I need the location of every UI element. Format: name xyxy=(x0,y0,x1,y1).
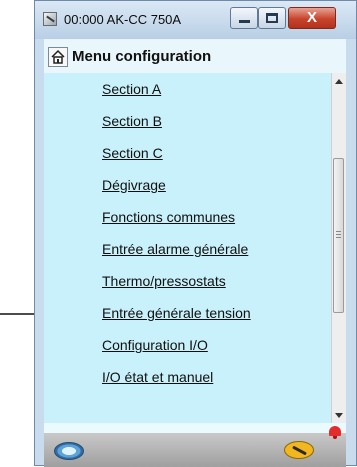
menu-item-section-c[interactable]: Section C xyxy=(102,145,163,161)
page-title: Menu configuration xyxy=(72,48,212,65)
home-button[interactable] xyxy=(48,47,68,67)
scroll-up-arrow-icon[interactable] xyxy=(335,79,343,84)
menu-item-degivrage[interactable]: Dégivrage xyxy=(102,177,166,193)
alarm-bell-icon[interactable] xyxy=(329,426,341,439)
menu-item-fonctions-communes[interactable]: Fonctions communes xyxy=(102,209,235,225)
maximize-button[interactable] xyxy=(258,7,286,29)
scroll-grip-icon xyxy=(336,231,341,238)
wrench-icon[interactable] xyxy=(284,441,314,459)
menu-item-configuration-io[interactable]: Configuration I/O xyxy=(102,337,208,353)
footer-band xyxy=(44,433,346,467)
scroll-down-arrow-icon[interactable] xyxy=(335,413,343,418)
home-icon xyxy=(51,49,65,64)
application-window: 00:000 AK-CC 750A X Menu configuration S… xyxy=(34,0,357,467)
device-icon[interactable] xyxy=(54,442,84,460)
minimize-button[interactable] xyxy=(230,7,258,29)
scroll-thumb[interactable] xyxy=(333,158,344,313)
vertical-scrollbar[interactable] xyxy=(331,73,346,423)
menu-item-section-b[interactable]: Section B xyxy=(102,113,162,129)
title-bar: 00:000 AK-CC 750A X xyxy=(35,1,356,39)
menu-item-entree-generale-tension[interactable]: Entrée générale tension xyxy=(102,305,251,321)
close-icon: X xyxy=(306,9,317,26)
menu-list: Section A Section B Section C Dégivrage … xyxy=(44,73,346,423)
window-title: 00:000 AK-CC 750A xyxy=(64,12,182,27)
menu-item-io-etat-manuel[interactable]: I/O état et manuel xyxy=(102,369,213,385)
status-footer xyxy=(44,423,346,467)
menu-header: Menu configuration xyxy=(44,39,346,74)
menu-item-section-a[interactable]: Section A xyxy=(102,81,161,97)
app-icon xyxy=(43,12,57,26)
menu-item-thermo-pressostats[interactable]: Thermo/pressostats xyxy=(102,273,226,289)
menu-item-entree-alarme-generale[interactable]: Entrée alarme générale xyxy=(102,241,248,257)
close-button[interactable]: X xyxy=(288,7,336,29)
